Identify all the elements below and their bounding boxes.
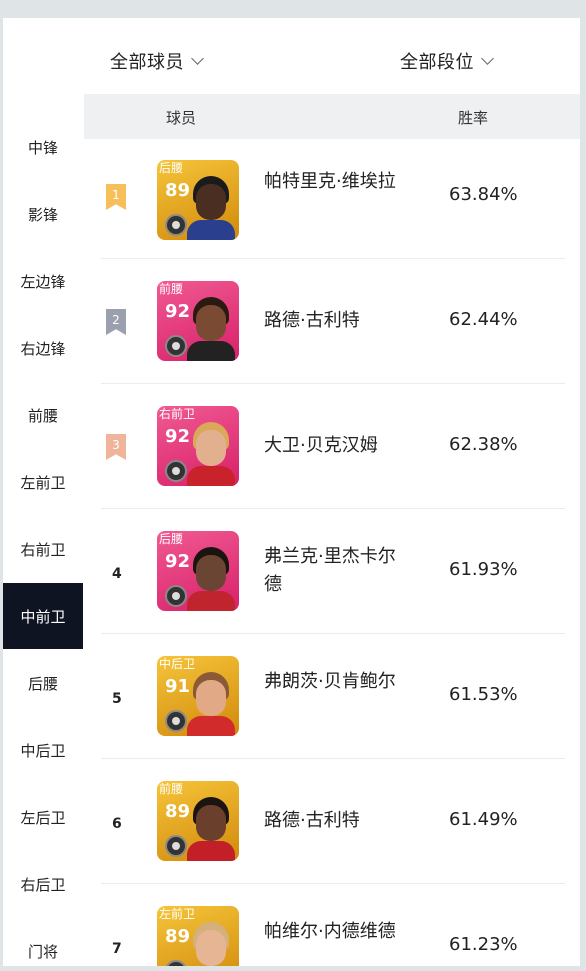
position-tab-2[interactable]: 左边锋 (3, 248, 83, 314)
card-position: 中后卫 (159, 657, 196, 671)
player-portrait (187, 422, 235, 486)
position-tab-7[interactable]: 中前卫 (3, 583, 83, 649)
card-rating: 91 (165, 676, 191, 697)
rank-ribbon: 3 (106, 434, 126, 460)
player-card: 前腰 92 (157, 281, 239, 361)
player-portrait (187, 297, 235, 361)
player-portrait (187, 922, 235, 966)
rank-ribbon: 1 (106, 184, 126, 210)
win-rate: 61.49% (449, 809, 518, 830)
player-name: 路德·古利特 (264, 810, 360, 831)
card-position: 前腰 (159, 282, 184, 296)
win-rate: 61.23% (449, 934, 518, 955)
card-position: 后腰 (159, 532, 184, 546)
player-portrait (187, 176, 235, 240)
player-portrait (187, 797, 235, 861)
club-badge-icon (165, 214, 187, 236)
card-position: 前腰 (159, 782, 184, 796)
card-rating: 89 (165, 926, 191, 947)
player-row[interactable]: 6 前腰 89 路德·古利特 61.49% (84, 759, 580, 884)
chevron-down-icon (191, 51, 204, 65)
player-row[interactable]: 3 右前卫 92 大卫·贝克汉姆 62.38% (84, 384, 580, 509)
card-position: 左前卫 (159, 907, 196, 921)
club-badge-icon (165, 835, 187, 857)
player-column-header: 球员 (166, 109, 197, 127)
player-name: 弗朗茨·贝肯鲍尔 (264, 671, 396, 692)
filter-bar: 全部球员 全部段位 (3, 18, 580, 96)
position-tab-10[interactable]: 左后卫 (3, 784, 83, 850)
player-row[interactable]: 2 前腰 92 路德·古利特 62.44% (84, 259, 580, 384)
player-name: 弗兰克·里杰卡尔德 (264, 546, 396, 595)
player-row[interactable]: 5 中后卫 91 弗朗茨·贝肯鲍尔 61.53% (84, 634, 580, 759)
tier-filter-dropdown[interactable]: 全部段位 (400, 48, 494, 74)
win-rate: 61.93% (449, 559, 518, 580)
player-row[interactable]: 1 后腰 89 帕特里克·维埃拉 63.84% (84, 139, 580, 259)
player-name: 帕特里克·维埃拉 (264, 171, 396, 192)
player-name: 大卫·贝克汉姆 (264, 435, 378, 456)
player-row[interactable]: 4 后腰 92 弗兰克·里杰卡尔德 61.93% (84, 509, 580, 634)
position-tab-5[interactable]: 左前卫 (3, 449, 83, 515)
winrate-column-header: 胜率 (458, 109, 489, 127)
position-tab-0[interactable]: 中锋 (3, 114, 83, 180)
club-badge-icon (165, 710, 187, 732)
tier-filter-label: 全部段位 (400, 52, 474, 73)
player-name: 路德·古利特 (264, 310, 360, 331)
card-position: 右前卫 (159, 407, 196, 421)
position-tab-1[interactable]: 影锋 (3, 181, 83, 247)
chevron-down-icon (481, 51, 494, 65)
win-rate: 62.38% (449, 434, 518, 455)
player-portrait (187, 547, 235, 611)
rank-number: 6 (112, 816, 122, 832)
club-badge-icon (165, 460, 187, 482)
card-rating: 89 (165, 801, 191, 822)
rank-number: 5 (112, 691, 122, 707)
player-filter-label: 全部球员 (110, 52, 184, 73)
player-card: 前腰 89 (157, 781, 239, 861)
club-badge-icon (165, 585, 187, 607)
position-tab-4[interactable]: 前腰 (3, 382, 83, 448)
position-tab-3[interactable]: 右边锋 (3, 315, 83, 381)
club-badge-icon (165, 960, 187, 966)
position-tab-6[interactable]: 右前卫 (3, 516, 83, 582)
app-frame: 全部球员 全部段位 中锋 影锋 左边锋 右边锋 前腰 左前卫 右前卫 中前卫 后腰 中后卫 左后卫右… (3, 18, 580, 966)
rank-number: 4 (112, 566, 122, 582)
card-rating: 92 (165, 301, 191, 322)
player-filter-dropdown[interactable]: 全部球员 (110, 48, 204, 74)
player-card: 左前卫 89 (157, 906, 239, 966)
player-card: 后腰 92 (157, 531, 239, 611)
position-tab-8[interactable]: 后腰 (3, 650, 83, 716)
win-rate: 62.44% (449, 309, 518, 330)
position-sidebar: 中锋 影锋 左边锋 右边锋 前腰 左前卫 右前卫 中前卫 后腰 中后卫 左后卫 右后卫 门将 (3, 96, 83, 966)
card-rating: 89 (165, 180, 191, 201)
win-rate: 63.84% (449, 184, 518, 205)
position-tab-11[interactable]: 右后卫 (3, 851, 83, 917)
win-rate: 61.53% (449, 684, 518, 705)
rank-number: 7 (112, 941, 122, 957)
card-rating: 92 (165, 426, 191, 447)
player-card: 中后卫 91 (157, 656, 239, 736)
card-rating: 92 (165, 551, 191, 572)
player-card: 右前卫 92 (157, 406, 239, 486)
player-card: 后腰 89 (157, 160, 239, 240)
club-badge-icon (165, 335, 187, 357)
position-tab-9[interactable]: 中后卫 (3, 717, 83, 783)
player-name: 帕维尔·内德维德 (264, 921, 396, 942)
position-tab-12[interactable]: 门将 (3, 918, 83, 966)
player-portrait (187, 672, 235, 736)
player-ranking-list: 1 后腰 89 帕特里克·维埃拉 63.84% 2 前腰 92 路德·古利特 62.44% 3 右前卫… (84, 139, 580, 966)
table-header: 球员 胜率 (84, 94, 580, 139)
card-position: 后腰 (159, 161, 184, 175)
rank-ribbon: 2 (106, 309, 126, 335)
player-row[interactable]: 7 左前卫 89 帕维尔·内德维德 61.23% (84, 884, 580, 966)
